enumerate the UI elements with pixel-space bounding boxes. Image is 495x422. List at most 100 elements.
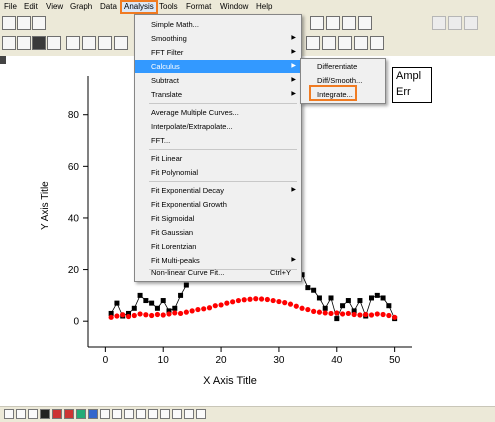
data-point-circle bbox=[374, 311, 380, 317]
open-icon[interactable] bbox=[2, 36, 16, 50]
menu-format[interactable]: Format bbox=[184, 1, 213, 13]
rectangle-tool-icon[interactable] bbox=[354, 36, 368, 50]
pie-chart-icon[interactable] bbox=[76, 409, 86, 419]
ternary-plot-icon[interactable] bbox=[112, 409, 122, 419]
column-plot-icon[interactable] bbox=[40, 409, 50, 419]
data-point-circle bbox=[311, 308, 317, 314]
legend[interactable]: Ampl Err bbox=[392, 67, 432, 103]
menu-item-fit-exp-decay[interactable]: Fit Exponential Decay ▶ bbox=[135, 184, 301, 197]
menu-item-differentiate[interactable]: Differentiate bbox=[301, 60, 385, 73]
box-chart-icon[interactable] bbox=[136, 409, 146, 419]
data-point-circle bbox=[183, 309, 189, 315]
menu-item-fft-filter[interactable]: FFT Filter ▶ bbox=[135, 46, 301, 59]
duplicate-icon[interactable] bbox=[82, 36, 96, 50]
save-icon[interactable] bbox=[17, 36, 31, 50]
new-project-icon[interactable] bbox=[2, 16, 16, 30]
data-point-square bbox=[322, 305, 328, 311]
data-point-circle bbox=[380, 311, 386, 318]
menu-separator bbox=[149, 149, 297, 150]
menu-tools[interactable]: Tools bbox=[157, 1, 180, 13]
vector-plot-icon[interactable] bbox=[124, 409, 134, 419]
menu-item-fit-sigmoidal[interactable]: Fit Sigmoidal bbox=[135, 212, 301, 225]
data-point-square bbox=[143, 298, 149, 304]
area-plot-icon[interactable] bbox=[88, 409, 98, 419]
refresh-icon[interactable] bbox=[98, 36, 112, 50]
data-point-circle bbox=[322, 310, 328, 316]
menu-item-fit-exp-growth[interactable]: Fit Exponential Growth bbox=[135, 198, 301, 211]
circle-tool-icon[interactable] bbox=[370, 36, 384, 50]
line-plot-icon[interactable] bbox=[4, 409, 14, 419]
menu-graph[interactable]: Graph bbox=[68, 1, 94, 13]
data-point-circle bbox=[276, 298, 282, 305]
menu-item-fit-lorentzian[interactable]: Fit Lorentzian bbox=[135, 240, 301, 253]
template-icon[interactable] bbox=[32, 36, 46, 50]
menu-item-smoothing[interactable]: Smoothing ▶ bbox=[135, 32, 301, 45]
results-log-icon[interactable] bbox=[114, 36, 128, 50]
x-tick-label: 40 bbox=[331, 355, 343, 366]
menu-item-nonlinear-fit[interactable]: Non-linear Curve Fit... Ctrl+Y bbox=[135, 266, 301, 279]
layer-icon[interactable] bbox=[326, 16, 340, 30]
data-point-circle bbox=[287, 301, 294, 307]
submenu-arrow-icon: ▶ bbox=[291, 49, 296, 55]
menu-item-subtract[interactable]: Subtract ▶ bbox=[135, 74, 301, 87]
data-point-square bbox=[380, 295, 386, 301]
data-point-circle bbox=[305, 306, 311, 313]
new-graph-icon[interactable] bbox=[32, 16, 46, 30]
menu-edit[interactable]: Edit bbox=[22, 1, 40, 13]
menu-item-calculus[interactable]: Calculus ▶ bbox=[135, 60, 301, 73]
3d-plot-icon[interactable] bbox=[184, 409, 194, 419]
data-point-square bbox=[131, 305, 137, 311]
menu-item-fit-gaussian[interactable]: Fit Gaussian bbox=[135, 226, 301, 239]
x-tick-label: 0 bbox=[103, 355, 109, 366]
data-point-square bbox=[149, 300, 155, 306]
menu-item-simple-math[interactable]: Simple Math... bbox=[135, 18, 301, 31]
menu-analysis[interactable]: Analysis bbox=[120, 0, 158, 14]
print-icon[interactable] bbox=[358, 16, 372, 30]
data-point-circle bbox=[363, 311, 369, 318]
y-tick-label: 80 bbox=[68, 110, 80, 121]
template-library-icon[interactable] bbox=[160, 409, 170, 419]
x-axis-title: X Axis Title bbox=[203, 375, 257, 387]
data-point-circle bbox=[299, 305, 305, 311]
data-point-circle bbox=[282, 300, 288, 306]
line-tool-icon[interactable] bbox=[338, 36, 352, 50]
import-icon[interactable] bbox=[47, 36, 61, 50]
menu-file[interactable]: File bbox=[2, 1, 19, 13]
data-point-square bbox=[316, 295, 322, 301]
menu-data[interactable]: Data bbox=[98, 1, 119, 13]
data-point-square bbox=[357, 298, 363, 304]
arrow-tool-icon[interactable] bbox=[306, 36, 320, 50]
contour-plot-icon[interactable] bbox=[196, 409, 206, 419]
menu-view[interactable]: View bbox=[44, 1, 65, 13]
stack-plot-icon[interactable] bbox=[64, 409, 74, 419]
data-point-circle bbox=[224, 300, 230, 306]
copy-icon[interactable] bbox=[448, 16, 462, 30]
window-icon[interactable] bbox=[342, 16, 356, 30]
menu-separator bbox=[149, 103, 297, 104]
multi-panel-icon[interactable] bbox=[172, 409, 182, 419]
data-point-circle bbox=[264, 296, 270, 303]
menu-item-interpolate[interactable]: Interpolate/Extrapolate... bbox=[135, 120, 301, 133]
zoom-in-icon[interactable] bbox=[310, 16, 324, 30]
bar-plot-icon[interactable] bbox=[52, 409, 62, 419]
menu-item-average-curves[interactable]: Average Multiple Curves... bbox=[135, 106, 301, 119]
curved-arrow-tool-icon[interactable] bbox=[322, 36, 336, 50]
y-axis-title: Y Axis Title bbox=[40, 181, 51, 230]
cut-icon[interactable] bbox=[432, 16, 446, 30]
line-symbol-icon[interactable] bbox=[28, 409, 38, 419]
menu-help[interactable]: Help bbox=[254, 1, 274, 13]
histogram-icon[interactable] bbox=[148, 409, 158, 419]
menu-item-translate[interactable]: Translate ▶ bbox=[135, 88, 301, 101]
data-point-square bbox=[334, 316, 340, 322]
paste-icon[interactable] bbox=[464, 16, 478, 30]
menu-item-fft[interactable]: FFT... bbox=[135, 134, 301, 147]
new-worksheet-icon[interactable] bbox=[17, 16, 31, 30]
menu-item-fit-polynomial[interactable]: Fit Polynomial bbox=[135, 166, 301, 179]
submenu-arrow-icon: ▶ bbox=[291, 91, 296, 97]
scatter-plot-icon[interactable] bbox=[16, 409, 26, 419]
polar-plot-icon[interactable] bbox=[100, 409, 110, 419]
menu-item-fit-linear[interactable]: Fit Linear bbox=[135, 152, 301, 165]
data-point-circle bbox=[241, 297, 247, 303]
menu-window[interactable]: Window bbox=[218, 1, 250, 13]
export-icon[interactable] bbox=[66, 36, 80, 50]
